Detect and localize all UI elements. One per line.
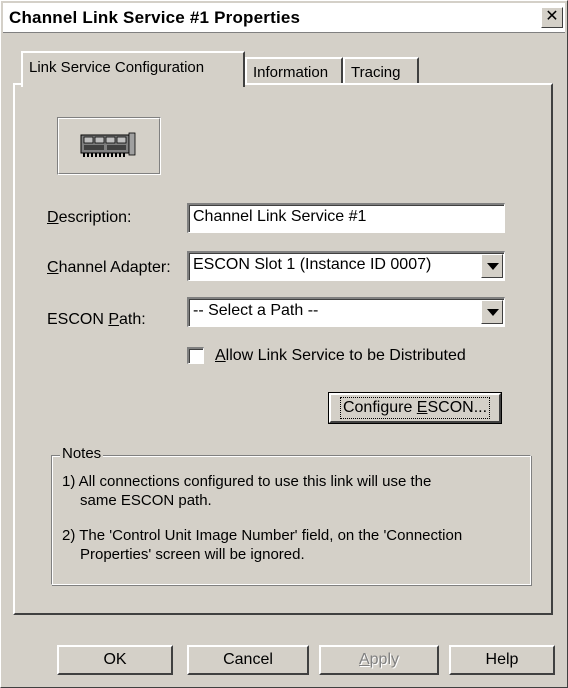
network-adapter-card-icon (80, 132, 136, 157)
apply-button[interactable]: Apply (319, 645, 439, 675)
close-button[interactable]: ✕ (541, 7, 563, 28)
cancel-button[interactable]: Cancel (187, 645, 309, 675)
help-button[interactable]: Help (449, 645, 555, 675)
channel-adapter-label: Channel Adapter: (47, 259, 171, 276)
note-2: 2) The 'Control Unit Image Number' field… (62, 527, 463, 563)
description-label: Description: (47, 209, 132, 226)
escon-path-label: ESCON Path: (47, 311, 146, 328)
properties-dialog: Channel Link Service #1 Properties ✕ Lin… (0, 0, 568, 688)
notes-groupbox: Notes 1) All connections configured to u… (51, 445, 531, 585)
tab-label: Tracing (351, 64, 401, 81)
chevron-down-icon[interactable] (481, 254, 503, 278)
configure-escon-label: Configure ESCON... (339, 397, 491, 419)
channel-adapter-value: ESCON Slot 1 (Instance ID 0007) (193, 256, 432, 273)
ok-label: OK (103, 651, 127, 668)
notes-legend: Notes (60, 445, 104, 462)
tab-label: Information (253, 64, 329, 81)
note-1: 1) All connections configured to use thi… (62, 473, 432, 509)
description-field[interactable]: Channel Link Service #1 (187, 203, 505, 233)
close-icon: ✕ (545, 8, 559, 25)
cancel-label: Cancel (223, 651, 273, 668)
adapter-icon-frame (57, 117, 161, 175)
channel-adapter-select[interactable]: ESCON Slot 1 (Instance ID 0007) (187, 251, 505, 281)
title-bar[interactable]: Channel Link Service #1 Properties ✕ (3, 3, 565, 33)
tab-panel-link-service-configuration: Description: Channel Link Service #1 Cha… (13, 83, 553, 615)
escon-path-value: -- Select a Path -- (193, 302, 319, 319)
ok-button[interactable]: OK (57, 645, 173, 675)
help-label: Help (485, 651, 519, 668)
tab-link-service-configuration[interactable]: Link Service Configuration (21, 51, 245, 87)
description-value: Channel Link Service #1 (193, 208, 367, 225)
escon-path-select[interactable]: -- Select a Path -- (187, 297, 505, 327)
chevron-down-icon[interactable] (481, 300, 503, 324)
apply-label: Apply (358, 651, 400, 668)
tab-label: Link Service Configuration (29, 59, 205, 76)
configure-escon-button[interactable]: Configure ESCON... (328, 392, 502, 424)
distribute-checkbox-label[interactable]: Allow Link Service to be Distributed (215, 347, 466, 365)
distribute-checkbox[interactable] (187, 347, 204, 364)
window-title: Channel Link Service #1 Properties (9, 8, 301, 27)
